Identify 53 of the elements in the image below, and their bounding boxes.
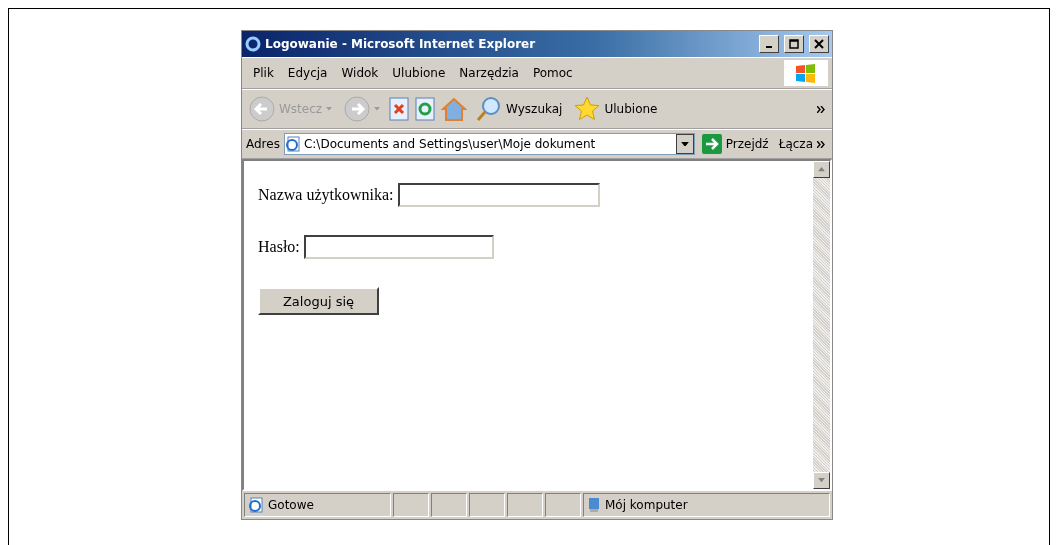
- address-text: C:\Documents and Settings\user\Moje dokument: [303, 137, 596, 151]
- maximize-button[interactable]: [784, 35, 804, 53]
- more-button[interactable]: [814, 105, 828, 113]
- menu-item[interactable]: Plik: [246, 64, 281, 82]
- chevron-icon: [817, 105, 825, 113]
- minimize-icon: [766, 46, 772, 48]
- computer-icon: [587, 497, 601, 513]
- username-field[interactable]: [397, 183, 600, 207]
- scrollbar[interactable]: [813, 161, 830, 489]
- address-label: Adres: [246, 137, 280, 151]
- field-label: Hasło:: [258, 238, 300, 256]
- close-icon: [814, 39, 824, 49]
- links-button[interactable]: Łącza: [775, 137, 828, 151]
- status-panel: [469, 493, 505, 517]
- status-panel: [507, 493, 543, 517]
- search-icon: [476, 96, 503, 122]
- favorites-button[interactable]: Ulubione: [571, 96, 661, 122]
- browser-page-icon: [284, 136, 301, 152]
- down-arrow-icon: [818, 478, 825, 483]
- arrow-icon: [701, 134, 722, 154]
- caret-icon: [326, 107, 333, 111]
- browser-page-icon: [248, 497, 264, 513]
- status-text: Gotowe: [268, 498, 314, 512]
- up-arrow-icon: [818, 167, 825, 172]
- status-panel: [545, 493, 581, 517]
- field-label: Nazwa użytkownika:: [258, 186, 394, 204]
- close-button[interactable]: [809, 35, 829, 53]
- menu-item[interactable]: Narzędzia: [452, 64, 526, 82]
- login-button[interactable]: Zaloguj się: [258, 287, 379, 315]
- zone-text: Mój komputer: [605, 498, 688, 512]
- chevron-icon: [817, 140, 825, 148]
- dropdown-button[interactable]: [675, 134, 694, 154]
- password-field[interactable]: [303, 235, 494, 259]
- menu-item[interactable]: Ulubione: [385, 64, 453, 82]
- minimize-button[interactable]: [759, 35, 779, 53]
- maximize-icon: [789, 39, 799, 49]
- stop-icon[interactable]: [389, 97, 410, 121]
- scroll-up-button[interactable]: [813, 161, 830, 178]
- address-field[interactable]: C:\Documents and Settings\user\Moje dokument: [283, 133, 695, 155]
- windows-logo-icon: [784, 60, 828, 86]
- refresh-icon[interactable]: [415, 97, 436, 121]
- go-button[interactable]: Przejdź: [698, 134, 772, 154]
- menu-item[interactable]: Edycja: [280, 64, 335, 82]
- window-title: Logowanie - Microsoft Internet Explorer: [265, 37, 537, 51]
- scroll-down-button[interactable]: [813, 472, 830, 489]
- dropdown-arrow-icon: [680, 141, 689, 147]
- caret-icon: [374, 107, 381, 111]
- menu-item[interactable]: Pomoc: [525, 64, 580, 82]
- star-icon: [574, 96, 601, 122]
- menu-item[interactable]: Widok: [334, 64, 386, 82]
- status-panel: [393, 493, 429, 517]
- status-panel: [431, 493, 467, 517]
- search-button[interactable]: Wyszukaj: [473, 96, 566, 122]
